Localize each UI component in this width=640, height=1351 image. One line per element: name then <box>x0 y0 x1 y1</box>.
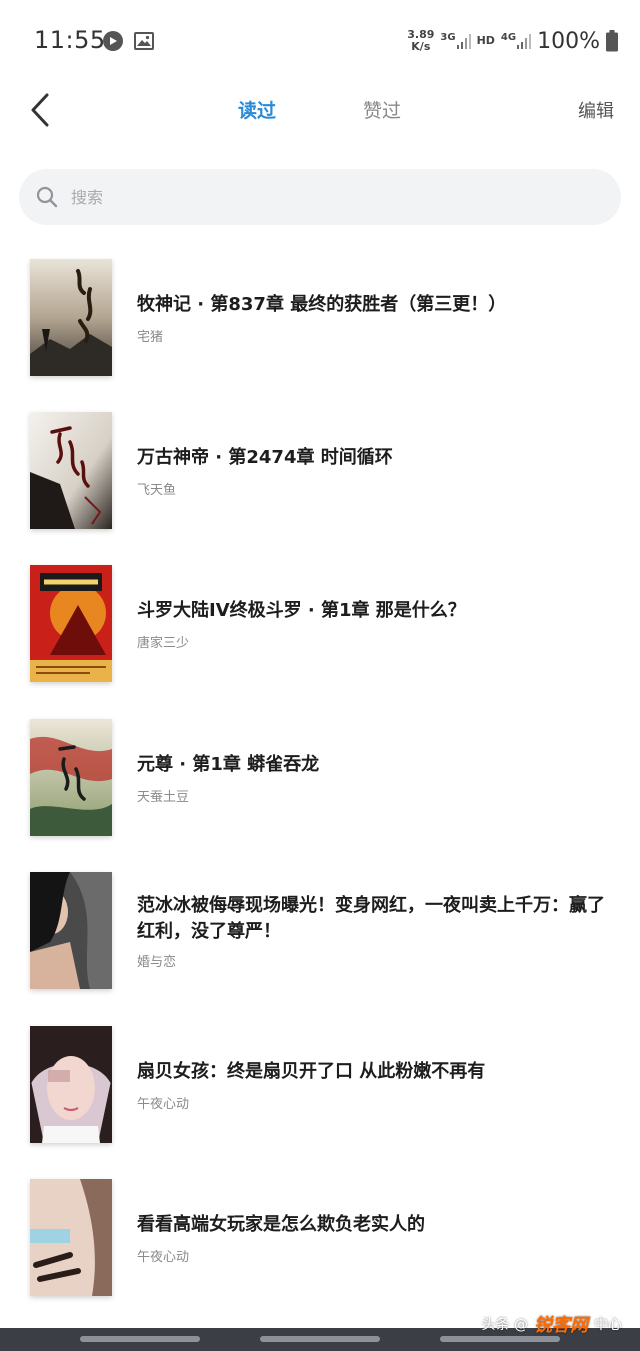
item-title: 万古神帝 · 第2474章 时间循环 <box>137 447 393 468</box>
item-author: 天蚕土豆 <box>137 790 190 805</box>
status-bar: 11:55 3.89 K/s 3G HD 4G 100% <box>0 0 640 82</box>
search-input[interactable] <box>69 186 573 208</box>
item-author: 宅猪 <box>137 330 164 345</box>
network-4g-label: 4G <box>500 32 517 43</box>
item-title: 看看高端女玩家是怎么欺负老实人的 <box>137 1214 425 1235</box>
item-title: 扇贝女孩：终是扇贝开了口 从此粉嫩不再有 <box>137 1061 486 1082</box>
status-indicators: 3.89 K/s 3G HD 4G 100% <box>407 26 618 56</box>
network-speed-unit: K/s <box>411 40 431 53</box>
list-item[interactable]: 扇贝女孩：终是扇贝开了口 从此粉嫩不再有 午夜心动 <box>0 1026 640 1156</box>
tab-read[interactable]: 读过 <box>238 96 276 123</box>
chevron-left-icon <box>31 93 49 127</box>
nav-gesture-left[interactable] <box>80 1336 200 1342</box>
back-button[interactable] <box>20 88 60 132</box>
watermark: 头条 @ 锐客网 中心 <box>482 1311 622 1337</box>
list-item[interactable]: 元尊 · 第1章 蟒雀吞龙 天蚕土豆 <box>0 719 640 849</box>
list-item[interactable]: 看看高端女玩家是怎么欺负老实人的 午夜心动 <box>0 1179 640 1309</box>
battery-percent: 100% <box>537 28 600 54</box>
item-title: 斗罗大陆IV终极斗罗 · 第1章 那是什么？ <box>137 600 466 621</box>
watermark-source: 头条 @ <box>481 1317 528 1333</box>
item-title: 元尊 · 第1章 蟒雀吞龙 <box>137 754 320 775</box>
article-thumbnail <box>30 1179 112 1296</box>
watermark-suffix: 中心 <box>594 1317 622 1333</box>
article-thumbnail <box>30 1026 112 1143</box>
item-author: 午夜心动 <box>137 1250 190 1265</box>
message-bubble-icon <box>102 30 124 52</box>
item-author: 飞天鱼 <box>137 483 177 498</box>
item-author: 午夜心动 <box>137 1097 190 1112</box>
list-item[interactable]: 牧神记 · 第837章 最终的获胜者（第三更！） 宅猪 <box>0 259 640 389</box>
list-item[interactable]: 万古神帝 · 第2474章 时间循环 飞天鱼 <box>0 412 640 542</box>
list-item[interactable]: 范冰冰被侮辱现场曝光！变身网红，一夜叫卖上千万：赢了红利，没了尊严！ 婚与恋 <box>0 872 640 1002</box>
list-item[interactable]: 斗罗大陆IV终极斗罗 · 第1章 那是什么？ 唐家三少 <box>0 565 640 695</box>
signal-4g: 4G <box>500 32 532 49</box>
signal-bars-icon <box>517 34 532 49</box>
network-3g-label: 3G <box>440 32 456 43</box>
search-bar[interactable] <box>19 169 621 225</box>
book-cover <box>30 412 112 529</box>
battery-icon <box>606 30 618 52</box>
signal-3g: 3G <box>440 32 471 49</box>
item-title: 牧神记 · 第837章 最终的获胜者（第三更！） <box>137 294 507 315</box>
status-time: 11:55 <box>34 26 106 54</box>
book-cover <box>30 719 112 836</box>
hd-label: HD <box>476 34 495 47</box>
edit-button[interactable]: 编辑 <box>578 97 614 123</box>
book-cover <box>30 259 112 376</box>
top-nav: 读过 赞过 编辑 <box>0 82 640 138</box>
item-author: 婚与恋 <box>137 955 177 970</box>
book-cover <box>30 565 112 682</box>
article-thumbnail <box>30 872 112 989</box>
network-speed: 3.89 K/s <box>407 29 434 53</box>
signal-bars-icon <box>456 34 471 49</box>
item-author: 唐家三少 <box>137 636 190 651</box>
watermark-site: 锐客网 <box>534 1315 588 1336</box>
search-icon <box>35 185 59 209</box>
gallery-icon <box>133 30 155 52</box>
tab-liked[interactable]: 赞过 <box>363 96 401 123</box>
nav-gesture-home[interactable] <box>260 1336 380 1342</box>
item-title: 范冰冰被侮辱现场曝光！变身网红，一夜叫卖上千万：赢了红利，没了尊严！ <box>137 895 605 942</box>
